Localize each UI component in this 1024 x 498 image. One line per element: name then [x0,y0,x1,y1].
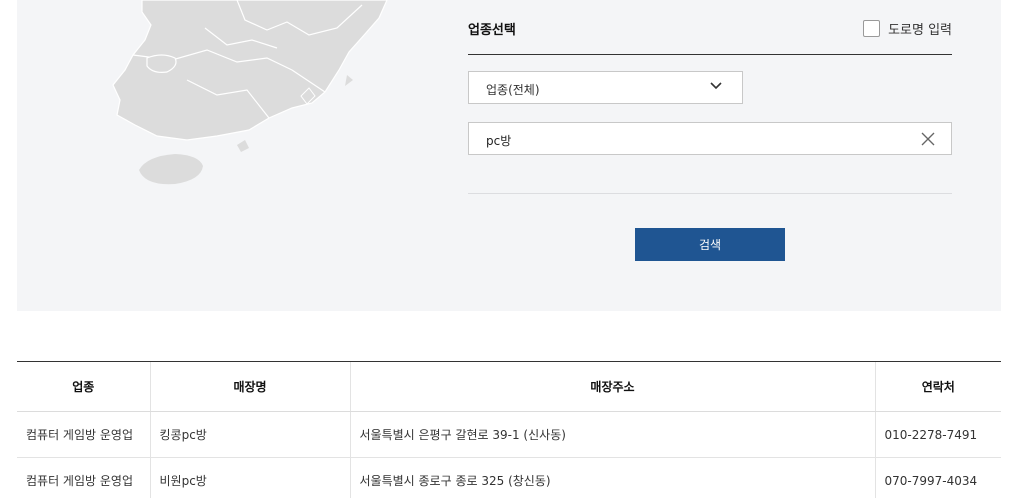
cell-address: 서울특별시 종로구 종로 325 (창신동) [349,457,875,498]
table-row[interactable]: 컴퓨터 게임방 운영업 킹콩pc방 서울특별시 은평구 갈현로 39-1 (신사… [17,411,1001,458]
chevron-down-icon [710,82,722,90]
form-header: 업종선택 도로명 입력 [468,0,952,55]
column-header-address: 매장주소 [349,361,875,412]
column-header-contact: 연락처 [874,361,1001,412]
search-panel: 업종선택 도로명 입력 업종(전체) pc방 검색 [17,0,1001,311]
road-name-label: 도로명 입력 [888,22,952,38]
table-row[interactable]: 컴퓨터 게임방 운영업 비원pc방 서울특별시 종로구 종로 325 (창신동)… [17,457,1001,498]
keyword-input[interactable]: pc방 [468,122,952,155]
results-table: 업종 매장명 매장주소 연락처 컴퓨터 게임방 운영업 킹콩pc방 서울특별시 … [17,361,1001,498]
category-select-value: 업종(전체) [486,83,540,97]
cell-contact: 010-2278-7491 [874,411,1001,458]
keyword-input-value: pc방 [486,134,512,148]
cell-contact: 070-7997-4034 [874,457,1001,498]
table-header-row: 업종 매장명 매장주소 연락처 [17,361,1001,412]
category-select[interactable]: 업종(전체) [468,71,743,104]
search-button[interactable]: 검색 [635,228,785,261]
cell-store-name: 킹콩pc방 [149,411,350,458]
form-title: 업종선택 [468,23,516,38]
column-header-category: 업종 [17,361,150,412]
close-icon[interactable] [921,132,935,146]
road-name-toggle[interactable]: 도로명 입력 [863,19,952,38]
cell-address: 서울특별시 은평구 갈현로 39-1 (신사동) [349,411,875,458]
cell-store-name: 비원pc방 [149,457,350,498]
column-header-store-name: 매장명 [149,361,350,412]
road-name-checkbox[interactable] [863,19,881,37]
cell-category: 컴퓨터 게임방 운영업 [17,411,150,458]
cell-category: 컴퓨터 게임방 운영업 [17,457,150,498]
region-map [112,0,388,185]
divider [468,193,952,194]
